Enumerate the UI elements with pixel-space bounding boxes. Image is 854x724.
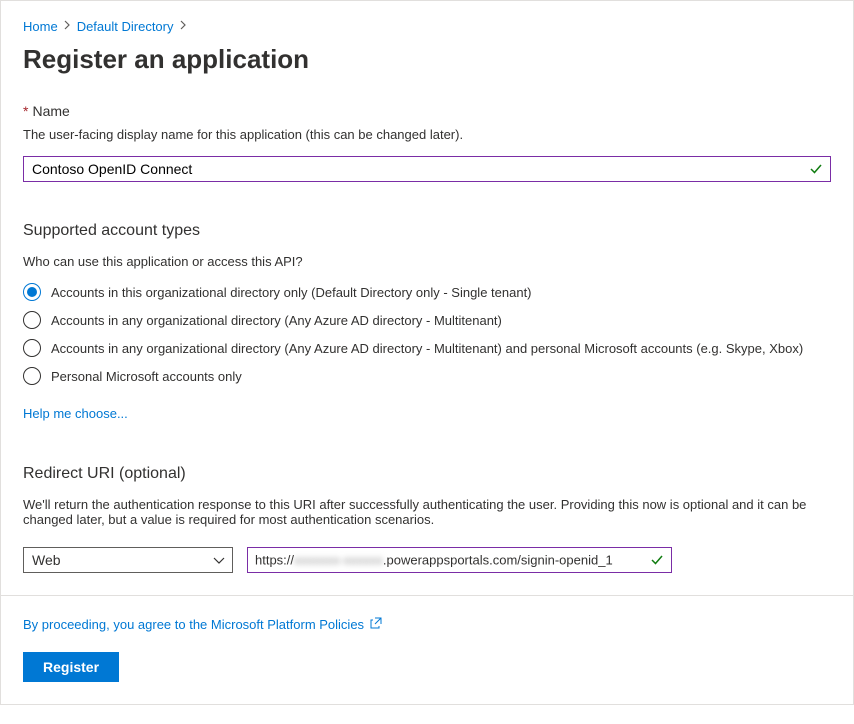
radio-label: Personal Microsoft accounts only [51,369,242,384]
radio-personal-only[interactable]: Personal Microsoft accounts only [23,367,831,385]
external-link-icon [370,617,382,632]
help-me-choose-link[interactable]: Help me choose... [23,406,128,421]
radio-icon [23,283,41,301]
redirect-uri-input-wrap: https://xxxxxxx-xxxxxx.powerappsportals.… [247,547,672,573]
radio-label: Accounts in this organizational director… [51,285,532,300]
name-label: *Name [23,103,831,119]
redirect-uri-heading: Redirect URI (optional) [23,465,831,483]
breadcrumb: Home Default Directory [23,19,831,34]
redirect-uri-input[interactable] [247,547,672,573]
account-types-radio-group: Accounts in this organizational director… [23,283,831,385]
radio-icon [23,367,41,385]
platform-select-value: Web [32,552,61,568]
breadcrumb-home[interactable]: Home [23,19,58,34]
chevron-right-icon [64,20,71,33]
radio-single-tenant[interactable]: Accounts in this organizational director… [23,283,831,301]
platform-policies-link[interactable]: By proceeding, you agree to the Microsof… [23,617,382,632]
page-title: Register an application [23,44,831,75]
name-input[interactable] [23,156,831,182]
radio-label: Accounts in any organizational directory… [51,313,502,328]
name-input-wrap [23,156,831,182]
name-description: The user-facing display name for this ap… [23,127,831,142]
radio-multitenant[interactable]: Accounts in any organizational directory… [23,311,831,329]
redirect-uri-description: We'll return the authentication response… [23,497,831,527]
footer: By proceeding, you agree to the Microsof… [1,595,853,704]
radio-icon [23,311,41,329]
breadcrumb-directory[interactable]: Default Directory [77,19,174,34]
chevron-right-icon [180,20,187,33]
main-content: Home Default Directory Register an appli… [1,1,853,595]
account-types-heading: Supported account types [23,222,831,240]
account-types-question: Who can use this application or access t… [23,254,831,269]
radio-label: Accounts in any organizational directory… [51,341,803,356]
app-registration-panel: Home Default Directory Register an appli… [0,0,854,705]
redirect-uri-row: Web https://xxxxxxx-xxxxxx.powerappsport… [23,547,831,573]
required-star-icon: * [23,103,28,119]
radio-icon [23,339,41,357]
register-button[interactable]: Register [23,652,119,682]
radio-multitenant-personal[interactable]: Accounts in any organizational directory… [23,339,831,357]
platform-select-wrap: Web [23,547,233,573]
platform-select[interactable]: Web [23,547,233,573]
